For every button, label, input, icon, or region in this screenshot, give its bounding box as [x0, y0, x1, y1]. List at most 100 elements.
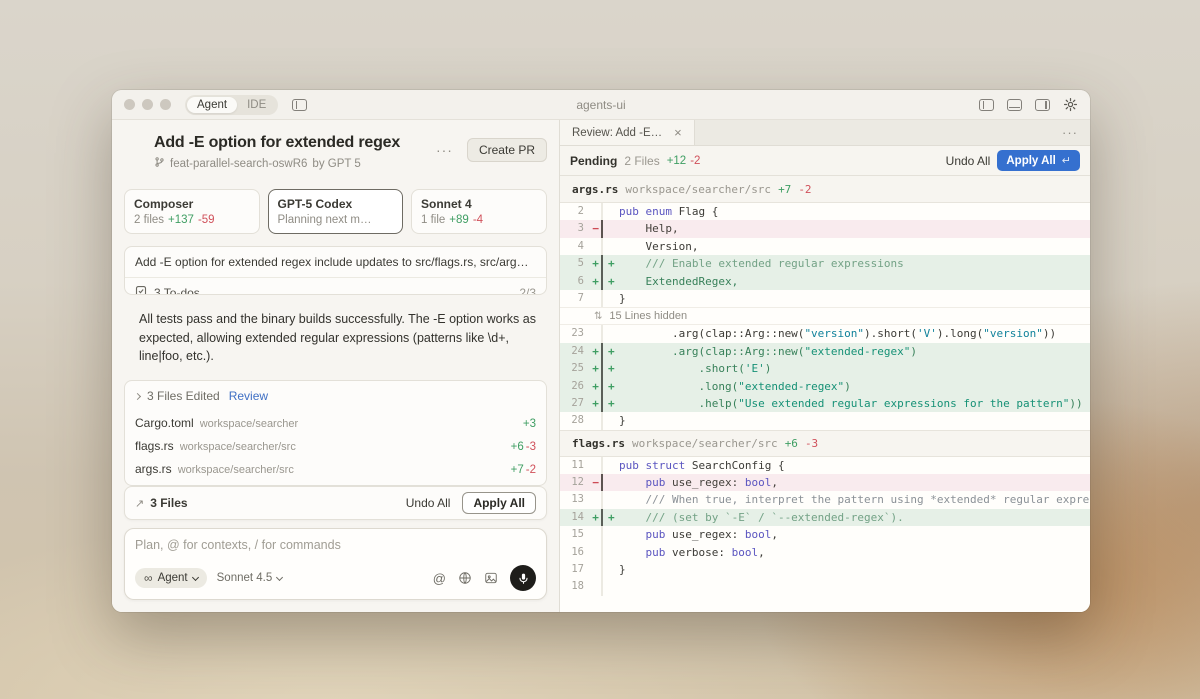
mode-toggle: Agent IDE: [185, 95, 278, 115]
tab-label: Review: Add -E…: [572, 127, 662, 139]
task-box: Add -E option for extended regex include…: [124, 246, 547, 295]
file-row-flags-rs[interactable]: flags.rsworkspace/searcher/src+6-3: [125, 434, 546, 457]
task-prompt[interactable]: Add -E option for extended regex include…: [125, 247, 546, 278]
line-number: 11: [560, 457, 590, 474]
line-number: 26: [560, 378, 590, 395]
agent-summary: All tests pass and the binary builds suc…: [139, 310, 539, 366]
review-header: Pending 2 Files +12 -2 Undo All Apply Al…: [560, 146, 1090, 176]
code-text: }: [619, 561, 1090, 578]
files-edited-header[interactable]: 3 Files Edited Review: [125, 381, 546, 411]
minimize-window-button[interactable]: [142, 99, 153, 110]
code-text: }: [619, 290, 1090, 307]
diff-line: 12− pub use_regex: bool,: [560, 474, 1090, 491]
mention-icon[interactable]: @: [433, 571, 446, 586]
hidden-lines-expander[interactable]: ⇅15 Lines hidden: [560, 307, 1090, 325]
code-text: Help,: [619, 220, 1090, 237]
tab-bar: Review: Add -E… × ···: [560, 120, 1090, 146]
code-text: Version,: [619, 238, 1090, 255]
branch-byline: by GPT 5: [312, 158, 360, 170]
undo-all-button[interactable]: Undo All: [406, 496, 451, 510]
expand-lines-icon: ⇅: [594, 311, 602, 322]
infinity-icon: ∞: [144, 571, 153, 585]
left-sidebar-toggle-icon[interactable]: [292, 99, 307, 111]
review-undo-all-button[interactable]: Undo All: [946, 154, 991, 168]
code-text: pub use_regex: bool,: [619, 526, 1090, 543]
apply-all-button[interactable]: Apply All: [462, 492, 536, 514]
tab-review[interactable]: Review: Add -E… ×: [560, 120, 695, 145]
close-window-button[interactable]: [124, 99, 135, 110]
apply-bar-label: 3 Files: [150, 496, 187, 510]
line-number: 12: [560, 474, 590, 491]
microphone-button[interactable]: [510, 565, 536, 591]
line-number: 25: [560, 360, 590, 377]
diff-line: 28}: [560, 412, 1090, 429]
checklist-icon: [135, 285, 147, 295]
window-title: agents-ui: [576, 98, 625, 112]
app-window: Agent IDE agents-ui Add -E option for ex…: [112, 90, 1090, 612]
code-text: pub enum Flag {: [619, 203, 1090, 220]
panel-left-icon[interactable]: [979, 99, 994, 111]
tab-close-icon[interactable]: ×: [674, 125, 682, 140]
agent-card-name: Composer: [134, 197, 250, 211]
create-pr-button[interactable]: Create PR: [467, 138, 547, 162]
agent-card-sonnet-4[interactable]: Sonnet 41 file+89-4: [411, 189, 547, 234]
chevron-down-icon: [192, 573, 199, 580]
line-number: 6: [560, 273, 590, 290]
code-text: .help("Use extended regular expressions …: [619, 395, 1090, 412]
zoom-window-button[interactable]: [160, 99, 171, 110]
line-number: 28: [560, 412, 590, 429]
agent-card-gpt-5-codex[interactable]: GPT-5 CodexPlanning next m…: [268, 189, 403, 234]
panel-right-icon[interactable]: [1035, 99, 1050, 111]
line-number: 14: [560, 509, 590, 526]
review-panel: Review: Add -E… × ··· Pending 2 Files +1…: [560, 120, 1090, 612]
file-row-args-rs[interactable]: args.rsworkspace/searcher/src+7-2: [125, 457, 546, 480]
review-link[interactable]: Review: [229, 389, 268, 403]
diff-line: 17}: [560, 561, 1090, 578]
agent-header: Add -E option for extended regex feat-pa…: [124, 134, 547, 171]
files-edited-label: 3 Files Edited: [147, 389, 220, 403]
code-text: ExtendedRegex,: [619, 273, 1090, 290]
model-dropdown[interactable]: Sonnet 4.5: [217, 572, 283, 584]
more-options-button[interactable]: ···: [436, 142, 453, 158]
bottom-panel-icon[interactable]: [1007, 99, 1022, 111]
file-row-cargo-toml[interactable]: Cargo.tomlworkspace/searcher+3: [125, 411, 546, 434]
chevron-down-icon: [276, 573, 283, 580]
chevron-right-icon: [134, 392, 141, 399]
diff-line: 11pub struct SearchConfig {: [560, 457, 1090, 474]
diff-file-header-args-rs[interactable]: args.rsworkspace/searcher/src+7-2: [560, 176, 1090, 203]
code-text: /// When true, interpret the pattern usi…: [619, 491, 1090, 508]
settings-gear-icon[interactable]: [1063, 97, 1078, 112]
review-added-count: +12: [667, 155, 687, 167]
composer-input[interactable]: Plan, @ for contexts, / for commands: [135, 538, 536, 552]
line-number: 16: [560, 544, 590, 561]
line-number: 17: [560, 561, 590, 578]
line-number: 23: [560, 325, 590, 342]
agent-mode-dropdown[interactable]: ∞ Agent: [135, 568, 207, 588]
diff-line: 14++ /// (set by `-E` / `--extended-rege…: [560, 509, 1090, 526]
todos-row[interactable]: 3 To-dos 2/3: [125, 278, 546, 295]
review-apply-all-button[interactable]: Apply All ↵: [997, 150, 1080, 171]
diff-line: 7}: [560, 290, 1090, 307]
tab-overflow-button[interactable]: ···: [1062, 125, 1090, 140]
expand-diff-icon[interactable]: ↗: [135, 497, 144, 510]
mode-tab-ide[interactable]: IDE: [237, 97, 276, 113]
branch-name: feat-parallel-search-oswR6: [170, 158, 307, 170]
files-edited-list: Cargo.tomlworkspace/searcher+3flags.rswo…: [125, 411, 546, 480]
agent-card-detail: Planning next m…: [278, 214, 394, 226]
agent-card-composer[interactable]: Composer 2 files+137-59: [124, 189, 260, 234]
apply-bar: ↗ 3 Files Undo All Apply All: [124, 486, 547, 520]
line-number: 3: [560, 220, 590, 237]
globe-icon[interactable]: [458, 571, 472, 585]
todos-progress: 2/3: [519, 286, 536, 295]
agent-card-detail: 2 files+137-59: [134, 214, 250, 226]
image-icon[interactable]: [484, 571, 498, 585]
mode-tab-agent[interactable]: Agent: [187, 97, 237, 113]
branch-row: feat-parallel-search-oswR6 by GPT 5: [154, 156, 400, 171]
diff-line: 24++ .arg(clap::Arg::new("extended-regex…: [560, 343, 1090, 360]
diff-file-header-flags-rs[interactable]: flags.rsworkspace/searcher/src+6-3: [560, 430, 1090, 457]
agent-panel: Add -E option for extended regex feat-pa…: [112, 120, 560, 612]
code-text: pub use_regex: bool,: [619, 474, 1090, 491]
todos-label: 3 To-dos: [154, 286, 200, 295]
diff-line: 6++ ExtendedRegex,: [560, 273, 1090, 290]
code-text: /// (set by `-E` / `--extended-regex`).: [619, 509, 1090, 526]
